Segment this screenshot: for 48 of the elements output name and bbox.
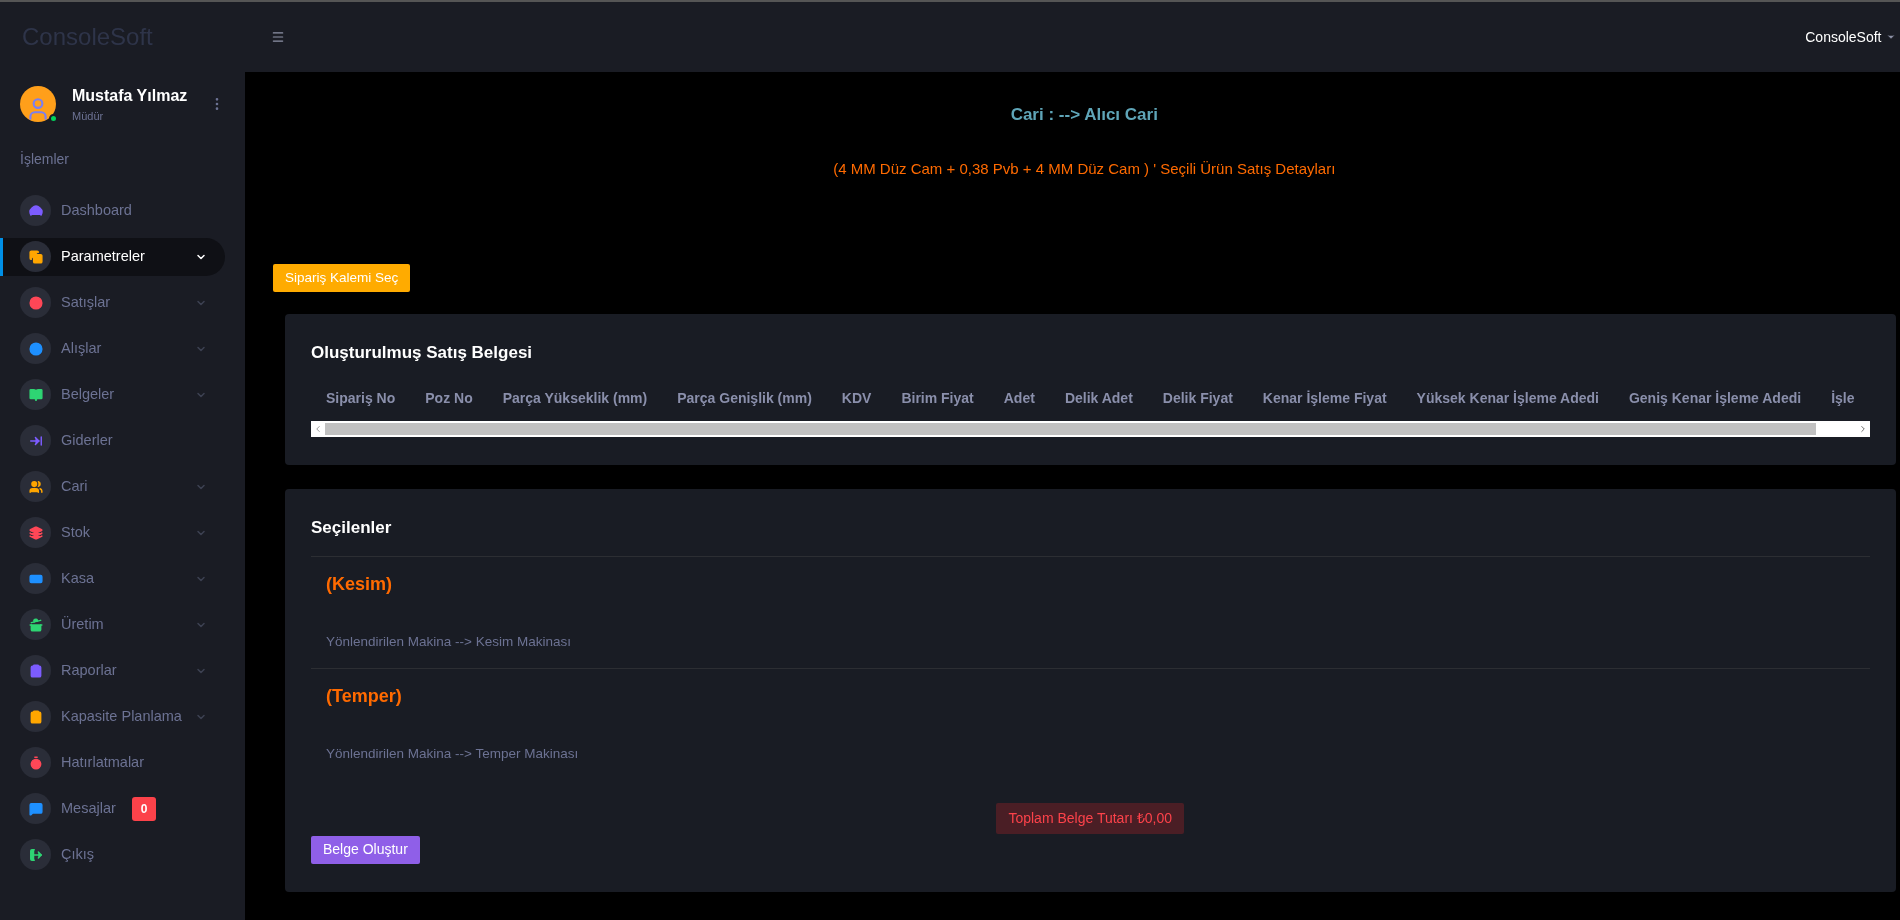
column-header: Parça Yükseklik (mm) bbox=[501, 388, 649, 408]
column-header: KDV bbox=[840, 388, 873, 408]
column-header: Adet bbox=[1002, 388, 1036, 408]
column-header: Parça Genişlik (mm) bbox=[676, 388, 813, 408]
card-title: Oluşturulmuş Satış Belgesi bbox=[311, 342, 534, 364]
column-header: Yüksek Kenar İşleme Adedi bbox=[1415, 388, 1600, 408]
user-role: Müdür bbox=[72, 109, 105, 124]
column-header: Geniş Kenar İşleme Adedi bbox=[1627, 388, 1803, 408]
column-header: Sipariş No bbox=[325, 388, 397, 408]
process-name: (Kesim) bbox=[326, 573, 393, 596]
sidebar-item[interactable]: Giderler bbox=[0, 421, 225, 460]
sidebar-item[interactable]: Kasa bbox=[0, 559, 225, 598]
sidebar-item[interactable]: Belgeler bbox=[0, 375, 225, 414]
scroll-left-icon[interactable] bbox=[313, 423, 323, 434]
sidebar-item[interactable]: Mesajlar 0 bbox=[0, 789, 225, 828]
column-header: Delik Adet bbox=[1063, 388, 1134, 408]
page-title: Cari : --> Alıcı Cari bbox=[1010, 104, 1158, 126]
create-document-button[interactable]: Belge Oluştur bbox=[311, 835, 420, 864]
card-title: Seçilenler bbox=[311, 516, 393, 539]
sidebar-item[interactable]: Alışlar bbox=[0, 329, 225, 368]
sidebar-item[interactable]: Kapasite Planlama bbox=[0, 697, 225, 736]
count-badge: 0 bbox=[131, 796, 157, 821]
select-order-item-button[interactable]: Sipariş Kalemi Seç bbox=[273, 264, 411, 292]
column-header: Birim Fiyat bbox=[900, 388, 975, 408]
sidebar-item[interactable]: Raporlar bbox=[0, 651, 225, 690]
page-subtitle: (4 MM Düz Cam + 0,38 Pvb + 4 MM Düz Cam ) ' Seçili Ürün Satış Detayları bbox=[833, 158, 1336, 179]
sidebar-item[interactable]: Cari bbox=[0, 467, 225, 506]
process-name: (Temper) bbox=[326, 685, 403, 709]
section-heading: İşlemler bbox=[20, 149, 70, 169]
column-header: İşle bbox=[1830, 388, 1856, 408]
account-name: ConsoleSoft bbox=[1805, 27, 1882, 47]
horizontal-scrollbar[interactable] bbox=[311, 420, 1870, 437]
sidebar-item[interactable]: Parametreler bbox=[0, 237, 225, 276]
column-header: Kenar İşleme Fiyat bbox=[1261, 388, 1388, 408]
sidebar-item[interactable]: Satışlar bbox=[0, 283, 225, 322]
machine-text: Yönlendirilen Makina --> Kesim Makinası bbox=[326, 633, 572, 651]
menu-icon[interactable] bbox=[271, 30, 285, 44]
sidebar-item[interactable]: Dashboard bbox=[0, 191, 225, 230]
caret-icon bbox=[1885, 32, 1896, 42]
user-name: Mustafa Yılmaz bbox=[72, 86, 189, 106]
column-header: Delik Fiyat bbox=[1161, 388, 1234, 408]
column-header: Poz No bbox=[424, 388, 474, 408]
sidebar-item[interactable]: Hatırlatmalar bbox=[0, 743, 225, 782]
total-amount-badge: Toplam Belge Tutarı ₺0,00 bbox=[996, 802, 1185, 834]
sidebar-item[interactable]: Üretim bbox=[0, 605, 225, 644]
sidebar-item[interactable]: Çıkış bbox=[0, 835, 225, 874]
machine-text: Yönlendirilen Makina --> Temper Makinası bbox=[326, 745, 580, 764]
sidebar-item[interactable]: Stok bbox=[0, 513, 225, 552]
